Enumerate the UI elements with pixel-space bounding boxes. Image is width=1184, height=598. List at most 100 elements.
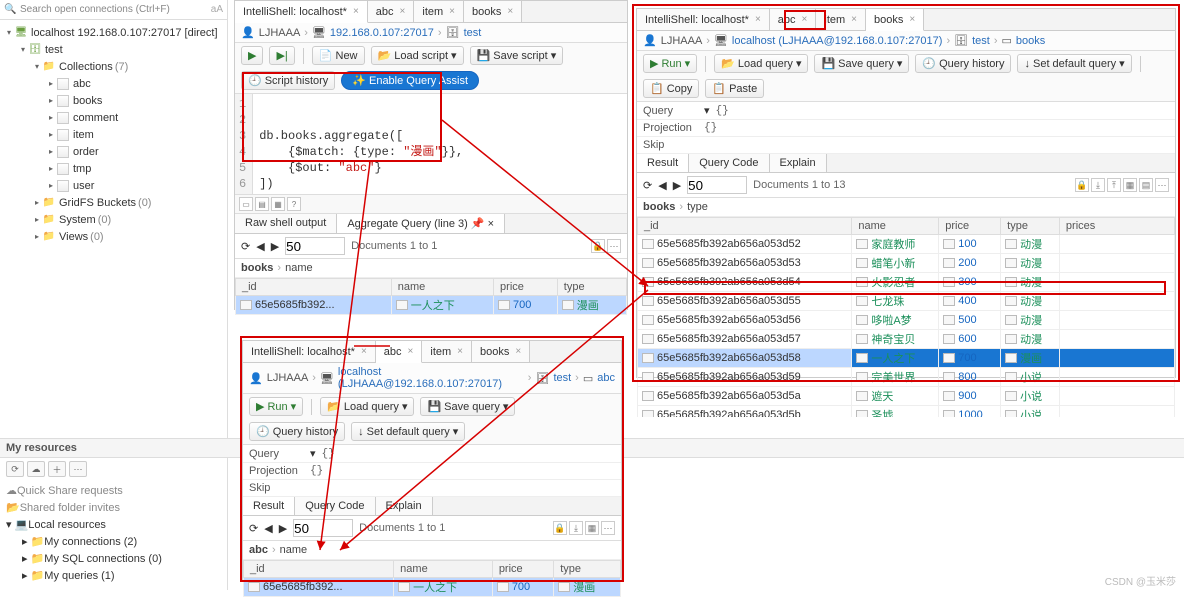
skip-field[interactable]: Skip <box>637 137 1175 154</box>
table-row[interactable]: 65e5685fb392ab656a053d53蜡笔小新200动漫 <box>638 254 1175 273</box>
result-tab[interactable]: Result <box>637 154 689 172</box>
set-default-button[interactable]: ↓ Set default query ▾ <box>1017 54 1131 73</box>
col-header[interactable]: type <box>1001 218 1060 235</box>
tool-icon[interactable]: ⤒ <box>1107 178 1121 192</box>
query-history-button[interactable]: 🕘 Query history <box>915 54 1011 73</box>
table-row[interactable]: 65e5685fb392ab656a053d56哆啦A梦500动漫 <box>638 311 1175 330</box>
close-icon[interactable]: × <box>353 6 359 17</box>
run-button[interactable]: ▶ Run ▾ <box>249 397 303 416</box>
close-icon[interactable]: × <box>408 346 414 357</box>
close-icon[interactable]: × <box>488 218 494 230</box>
page-size-input[interactable] <box>285 237 345 255</box>
prev-icon[interactable]: ◀ <box>658 179 666 192</box>
tab[interactable]: abc× <box>376 341 423 363</box>
explain-tab[interactable]: Explain <box>770 154 827 172</box>
tool-icon[interactable]: ⋯ <box>601 521 615 535</box>
run-button[interactable]: ▶ <box>241 46 263 65</box>
col-header[interactable]: type <box>557 279 626 296</box>
tool-icon[interactable]: ▦ <box>585 521 599 535</box>
save-query-button[interactable]: 💾 Save query ▾ <box>814 54 909 73</box>
prev-icon[interactable]: ◀ <box>264 522 272 535</box>
query-history-button[interactable]: 🕘 Query history <box>249 422 345 441</box>
run-button[interactable]: ▶ Run ▾ <box>643 54 697 73</box>
tool-icon[interactable]: ⋯ <box>69 461 87 477</box>
col-header[interactable]: name <box>852 218 939 235</box>
table-row[interactable]: 65e5685fb392ab656a053d55七龙珠400动漫 <box>638 292 1175 311</box>
col-header[interactable]: type <box>554 561 621 578</box>
refresh-icon[interactable]: ⟳ <box>643 179 652 192</box>
query-field[interactable]: Query▾{} <box>243 445 621 463</box>
tool-icon[interactable]: ⋯ <box>607 239 621 253</box>
lock-icon[interactable]: 🔒 <box>591 239 605 253</box>
col-header[interactable]: prices <box>1059 218 1174 235</box>
script-history-button[interactable]: 🕘 Script history <box>241 71 335 90</box>
next-icon[interactable]: ▶ <box>673 179 681 192</box>
aggregate-output-tab[interactable]: Aggregate Query (line 3) 📌 × <box>337 214 505 233</box>
col-header[interactable]: price <box>494 279 558 296</box>
help-icon[interactable]: ? <box>287 197 301 211</box>
close-icon[interactable]: × <box>515 346 521 357</box>
tree-collection[interactable]: ▸books <box>0 92 227 109</box>
new-button[interactable]: 📄 New <box>312 46 365 65</box>
table-row[interactable]: 65e5685fb392...一人之下700漫画 <box>244 578 621 597</box>
close-icon[interactable]: × <box>507 6 513 17</box>
next-icon[interactable]: ▶ <box>271 240 279 253</box>
projection-field[interactable]: Projection{} <box>637 120 1175 137</box>
table-row[interactable]: 65e5685fb392ab656a053d54火影忍者300动漫 <box>638 273 1175 292</box>
table-row[interactable]: 65e5685fb392ab656a053d5b圣墟1000小说 <box>638 406 1175 418</box>
result-tab[interactable]: Result <box>243 497 295 515</box>
tree-gridfs[interactable]: ▸📁GridFS Buckets(0) <box>0 194 227 211</box>
tool-icon[interactable]: ⤓ <box>569 521 583 535</box>
tree-views[interactable]: ▸📁Views(0) <box>0 228 227 245</box>
close-icon[interactable]: × <box>802 14 808 25</box>
tab[interactable]: books× <box>866 9 924 31</box>
tab[interactable]: IntelliShell: localhost*× <box>235 1 368 23</box>
col-header[interactable]: _id <box>236 279 392 296</box>
tree-collection[interactable]: ▸comment <box>0 109 227 126</box>
tool-icon[interactable]: ⋯ <box>1155 178 1169 192</box>
close-icon[interactable]: × <box>400 6 406 17</box>
tab[interactable]: IntelliShell: localhost*× <box>637 9 770 30</box>
save-script-button[interactable]: 💾 Save script ▾ <box>470 46 564 65</box>
tool-icon[interactable]: ⟳ <box>6 461 24 477</box>
close-icon[interactable]: × <box>361 346 367 357</box>
tab[interactable]: item× <box>422 341 472 362</box>
raw-output-tab[interactable]: Raw shell output <box>235 214 337 233</box>
tree-system[interactable]: ▸📁System(0) <box>0 211 227 228</box>
tree-collections-folder[interactable]: ▾📁Collections(7) <box>0 58 227 75</box>
projection-field[interactable]: Projection{} <box>243 463 621 480</box>
col-header[interactable]: _id <box>244 561 394 578</box>
table-row[interactable]: 65e5685fb392ab656a053d5a遮天900小说 <box>638 387 1175 406</box>
tool-icon[interactable]: ▤ <box>1139 178 1153 192</box>
lock-icon[interactable]: 🔒 <box>553 521 567 535</box>
refresh-icon[interactable]: ⟳ <box>241 240 250 253</box>
tree-collection[interactable]: ▸user <box>0 177 227 194</box>
refresh-icon[interactable]: ⟳ <box>249 522 258 535</box>
run-cursor-button[interactable]: ▶| <box>269 46 294 65</box>
view-icon[interactable]: ▤ <box>255 197 269 211</box>
tree-collection[interactable]: ▸item <box>0 126 227 143</box>
next-icon[interactable]: ▶ <box>279 522 287 535</box>
paste-button[interactable]: 📋 Paste <box>705 79 764 98</box>
tree-collection[interactable]: ▸abc <box>0 75 227 92</box>
table-row[interactable]: 65e5685fb392...一人之下700漫画 <box>236 296 627 315</box>
tool-icon[interactable]: ▦ <box>1123 178 1137 192</box>
tool-icon[interactable]: ＋ <box>48 461 66 477</box>
col-header[interactable]: name <box>394 561 493 578</box>
tree-collection[interactable]: ▸tmp <box>0 160 227 177</box>
prev-icon[interactable]: ◀ <box>256 240 264 253</box>
page-size-input[interactable] <box>293 519 353 537</box>
code-editor[interactable]: 1 2 3 4 5 6 db.books.aggregate([ {$match… <box>235 94 627 195</box>
close-icon[interactable]: × <box>449 6 455 17</box>
table-row[interactable]: 65e5685fb392ab656a053d52家庭教师100动漫 <box>638 235 1175 254</box>
case-toggle[interactable]: aA <box>211 4 223 15</box>
save-query-button[interactable]: 💾 Save query ▾ <box>420 397 515 416</box>
view-icon[interactable]: ▦ <box>271 197 285 211</box>
col-header[interactable]: name <box>391 279 493 296</box>
load-script-button[interactable]: 📂 Load script ▾ <box>371 46 464 65</box>
skip-field[interactable]: Skip <box>243 480 621 497</box>
close-icon[interactable]: × <box>755 14 761 25</box>
page-size-input[interactable] <box>687 176 747 194</box>
table-row[interactable]: 65e5685fb392ab656a053d59完美世界800小说 <box>638 368 1175 387</box>
tool-icon[interactable]: ⤓ <box>1091 178 1105 192</box>
